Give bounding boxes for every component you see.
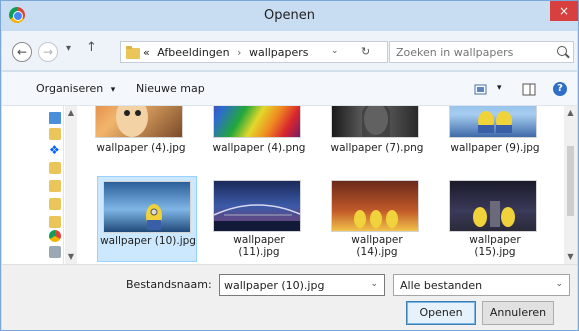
file-tile[interactable]: wallpaper (11).jpg (202, 176, 316, 262)
file-name: wallpaper (4).jpg (96, 142, 186, 154)
file-name-line: (11).jpg (238, 246, 280, 258)
filename-dropdown-button[interactable]: ⌄ (370, 279, 378, 289)
file-list: wallpaper (4).jpg wallpaper (4).png wall… (84, 106, 562, 264)
file-tile[interactable]: wallpaper (14).jpg (320, 176, 434, 262)
file-thumbnail (213, 106, 301, 138)
preview-pane-icon (522, 83, 536, 96)
view-dropdown-button[interactable]: ▾ (497, 83, 502, 93)
scroll-up-arrow[interactable]: ▲ (564, 108, 577, 117)
folder-icon[interactable] (49, 216, 61, 228)
address-bar[interactable]: « Afbeeldingen › wallpapers ⌄ ↻ (120, 41, 388, 63)
file-thumbnail (95, 106, 183, 138)
files-scrollbar[interactable]: ▲ ▼ (564, 106, 577, 264)
breadcrumb-afbeeldingen[interactable]: Afbeeldingen (157, 46, 229, 59)
file-tile[interactable]: wallpaper (4).jpg (84, 106, 198, 156)
breadcrumb-overflow[interactable]: « (143, 46, 150, 59)
organize-label: Organiseren (36, 82, 104, 95)
file-name-line: wallpaper (233, 234, 285, 246)
file-name-line: wallpaper (351, 234, 403, 246)
open-button[interactable]: Openen (406, 301, 476, 325)
libraries-icon[interactable] (49, 128, 61, 140)
file-name: wallpaper (15).jpg (438, 234, 552, 258)
filetype-select[interactable]: Alle bestanden ⌄ (393, 274, 570, 296)
file-thumbnail (331, 106, 419, 138)
file-name-line: wallpaper (469, 234, 521, 246)
file-thumbnail (478, 111, 512, 133)
scroll-down-arrow[interactable]: ▼ (564, 252, 577, 261)
file-thumbnail (213, 180, 301, 232)
network-icon[interactable] (49, 246, 61, 258)
search-input[interactable] (396, 44, 546, 60)
search-box (389, 41, 574, 63)
file-thumbnail (354, 210, 398, 228)
scroll-thumb[interactable] (567, 146, 574, 216)
file-tile[interactable]: wallpaper (9).jpg (438, 106, 552, 156)
address-dropdown-button[interactable]: ⌄ (331, 46, 339, 56)
file-thumbnail (116, 106, 148, 137)
file-thumbnail (103, 181, 191, 233)
scroll-up-arrow[interactable]: ▲ (65, 108, 77, 117)
folder-icon (126, 46, 140, 59)
search-icon[interactable] (557, 46, 567, 56)
file-thumbnail (449, 106, 537, 138)
file-name: wallpaper (4).png (212, 142, 306, 154)
back-button[interactable]: ← (12, 42, 32, 62)
chevron-down-icon: ▾ (110, 85, 116, 95)
open-dialog: Openen × ← → ▾ ↑ « Afbeeldingen › wallpa… (0, 0, 579, 331)
filename-label: Bestandsnaam: (126, 278, 212, 291)
file-tile[interactable]: wallpaper (4).png (202, 106, 316, 156)
forward-button[interactable]: → (38, 42, 58, 62)
help-icon[interactable]: ? (553, 82, 567, 96)
new-folder-button[interactable]: Nieuwe map (136, 82, 205, 95)
refresh-button[interactable]: ↻ (361, 45, 370, 58)
breadcrumb-wallpapers[interactable]: wallpapers (249, 46, 309, 59)
title-bar: Openen × (1, 1, 578, 31)
close-button[interactable]: × (550, 1, 578, 21)
dropbox-icon[interactable]: ❖ (49, 144, 61, 156)
breadcrumb-separator[interactable]: › (237, 46, 241, 59)
filename-input[interactable] (224, 278, 364, 293)
up-button[interactable]: ↑ (86, 40, 97, 55)
recent-locations-button[interactable]: ▾ (66, 43, 71, 54)
file-thumbnail (362, 106, 390, 137)
command-bar: Organiseren ▾ Nieuwe map ▾ ? (2, 72, 577, 106)
file-browser: ❖ ▲ ▼ wallpaper (4).jpg wallpaper (4).pn… (2, 106, 577, 264)
file-name: wallpaper (7).png (330, 142, 424, 154)
chevron-down-icon: ⌄ (555, 279, 563, 289)
window-title: Openen (264, 8, 315, 23)
file-name-line: (15).jpg (474, 246, 516, 258)
file-tile[interactable]: wallpaper (15).jpg (438, 176, 552, 262)
breadcrumb: « Afbeeldingen › wallpapers (143, 46, 309, 59)
file-thumbnail (473, 201, 515, 227)
nav-scrollbar[interactable]: ▲ ▼ (65, 106, 77, 264)
file-thumbnail (331, 180, 419, 232)
file-thumbnail (146, 204, 162, 230)
dialog-footer: Bestandsnaam: ⌄ Alle bestanden ⌄ Openen … (2, 264, 577, 330)
scroll-down-arrow[interactable]: ▼ (65, 252, 77, 261)
folder-icon[interactable] (49, 180, 61, 192)
file-name: wallpaper (14).jpg (320, 234, 434, 258)
cancel-button[interactable]: Annuleren (482, 301, 554, 325)
file-name: wallpaper (9).jpg (450, 142, 540, 154)
view-icon (474, 84, 487, 95)
preview-pane-button[interactable] (522, 83, 536, 100)
file-tile-selected[interactable]: wallpaper (10).jpg (97, 176, 197, 262)
address-row: ← → ▾ ↑ « Afbeeldingen › wallpapers ⌄ ↻ (2, 31, 577, 71)
navigation-pane: ❖ ▲ ▼ (2, 106, 77, 264)
folder-icon[interactable] (49, 162, 61, 174)
file-name: wallpaper (10).jpg (100, 235, 196, 247)
view-button[interactable] (474, 83, 498, 100)
desktop-icon[interactable] (49, 112, 61, 124)
file-name: wallpaper (11).jpg (202, 234, 316, 258)
filename-combobox: ⌄ (219, 274, 385, 296)
chrome-icon[interactable] (49, 230, 61, 242)
file-tile[interactable]: wallpaper (7).png (320, 106, 434, 156)
file-thumbnail (449, 180, 537, 232)
folder-icon[interactable] (49, 198, 61, 210)
filetype-value: Alle bestanden (400, 279, 483, 292)
organize-button[interactable]: Organiseren ▾ (36, 82, 115, 95)
file-thumbnail (214, 204, 300, 231)
file-name-line: (14).jpg (356, 246, 398, 258)
